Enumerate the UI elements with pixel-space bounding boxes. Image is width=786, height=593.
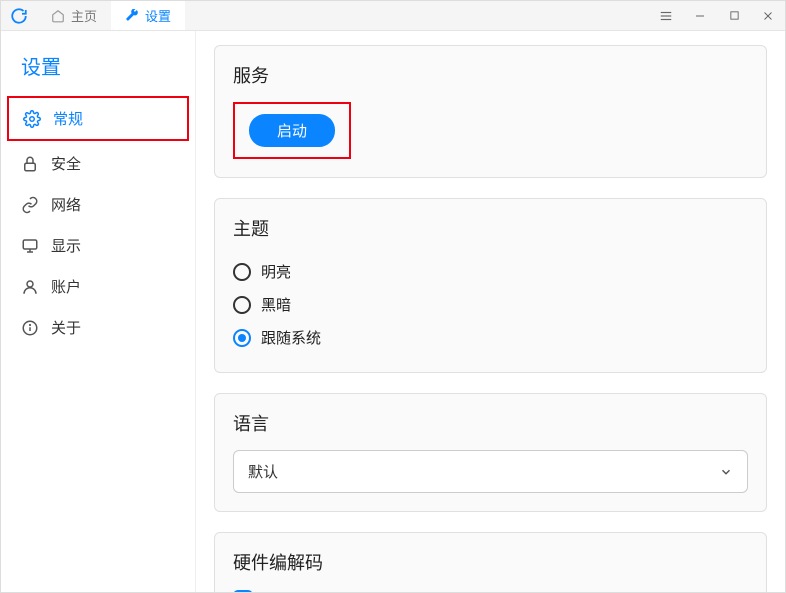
sidebar-item-network[interactable]: 网络 xyxy=(1,184,195,225)
minimize-icon xyxy=(694,10,706,22)
main-content: 服务 启动 主题 明亮 黑暗 跟随系统 语言 默认 xyxy=(196,31,785,592)
radio-icon xyxy=(233,296,251,314)
tab-home-label: 主页 xyxy=(71,6,97,25)
radio-label: 明亮 xyxy=(261,261,291,282)
sidebar: 设置 常规 安全 网络 显示 账户 关于 xyxy=(1,31,196,592)
section-title-theme: 主题 xyxy=(233,215,748,241)
radio-label: 跟随系统 xyxy=(261,327,321,348)
language-select-value: 默认 xyxy=(248,461,278,482)
sidebar-item-about[interactable]: 关于 xyxy=(1,307,195,348)
sidebar-item-label: 账户 xyxy=(51,276,81,297)
radio-theme-follow[interactable]: 跟随系统 xyxy=(233,321,748,354)
chevron-down-icon xyxy=(719,465,733,479)
tab-settings[interactable]: 设置 xyxy=(111,1,185,30)
section-title-service: 服务 xyxy=(233,62,748,88)
app-logo xyxy=(1,1,37,30)
checkbox-label: 使能硬件编解码 xyxy=(263,589,368,592)
user-icon xyxy=(21,278,39,296)
section-language: 语言 默认 xyxy=(214,393,767,512)
sidebar-item-label: 常规 xyxy=(53,108,83,129)
hamburger-icon xyxy=(659,9,673,23)
home-icon xyxy=(51,9,65,23)
section-title-language: 语言 xyxy=(233,410,748,436)
window-minimize-button[interactable] xyxy=(683,1,717,31)
info-icon xyxy=(21,319,39,337)
radio-icon-selected xyxy=(233,329,251,347)
start-button[interactable]: 启动 xyxy=(249,114,335,147)
sidebar-item-label: 网络 xyxy=(51,194,81,215)
checkbox-checked-icon xyxy=(233,590,253,593)
window-close-button[interactable] xyxy=(751,1,785,31)
section-hwcodec: 硬件编解码 使能硬件编解码 xyxy=(214,532,767,592)
section-service: 服务 启动 xyxy=(214,45,767,178)
radio-theme-dark[interactable]: 黑暗 xyxy=(233,288,748,321)
window-maximize-button[interactable] xyxy=(717,1,751,31)
sidebar-item-general[interactable]: 常规 xyxy=(9,98,187,139)
maximize-icon xyxy=(729,10,740,21)
tab-settings-label: 设置 xyxy=(145,6,171,25)
radio-theme-light[interactable]: 明亮 xyxy=(233,255,748,288)
highlight-sidebar-general: 常规 xyxy=(7,96,189,141)
gear-icon xyxy=(23,110,41,128)
checkbox-hwcodec[interactable]: 使能硬件编解码 xyxy=(233,589,748,592)
close-icon xyxy=(762,10,774,22)
sidebar-item-display[interactable]: 显示 xyxy=(1,225,195,266)
link-icon xyxy=(21,196,39,214)
title-bar: 主页 设置 xyxy=(1,1,785,31)
sidebar-item-label: 关于 xyxy=(51,317,81,338)
sidebar-item-account[interactable]: 账户 xyxy=(1,266,195,307)
language-select[interactable]: 默认 xyxy=(233,450,748,493)
section-title-hwcodec: 硬件编解码 xyxy=(233,549,748,575)
monitor-icon xyxy=(21,237,39,255)
lock-icon xyxy=(21,155,39,173)
radio-label: 黑暗 xyxy=(261,294,291,315)
tab-home[interactable]: 主页 xyxy=(37,1,111,30)
highlight-start-button: 启动 xyxy=(233,102,351,159)
refresh-logo-icon xyxy=(10,7,28,25)
wrench-icon xyxy=(125,9,139,23)
radio-icon xyxy=(233,263,251,281)
sidebar-item-label: 显示 xyxy=(51,235,81,256)
sidebar-item-label: 安全 xyxy=(51,153,81,174)
sidebar-title: 设置 xyxy=(1,45,195,96)
hamburger-menu-button[interactable] xyxy=(649,1,683,31)
section-theme: 主题 明亮 黑暗 跟随系统 xyxy=(214,198,767,373)
window-controls xyxy=(649,1,785,30)
sidebar-item-security[interactable]: 安全 xyxy=(1,143,195,184)
